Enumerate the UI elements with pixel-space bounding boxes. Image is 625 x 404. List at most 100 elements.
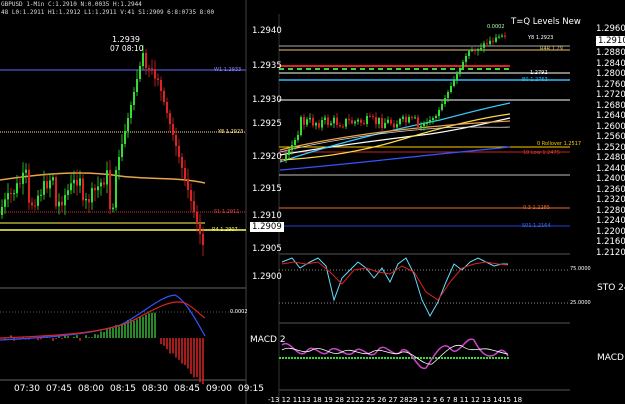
candle-body — [459, 68, 461, 74]
candle-body — [25, 169, 27, 173]
candle-body — [321, 120, 323, 128]
right-level-label: 10 Low 1.2475 — [523, 150, 560, 156]
candle-body — [489, 40, 491, 45]
candle-body — [52, 177, 54, 181]
price-tick-label: 1.2440 — [596, 163, 625, 174]
candle-body — [426, 122, 428, 124]
left-candles — [1, 45, 204, 256]
candle-body — [178, 146, 180, 157]
candle-body — [118, 157, 120, 170]
candle-body — [462, 62, 464, 68]
macd-bar — [133, 320, 135, 338]
candle-body — [351, 120, 353, 124]
candle-body — [40, 194, 42, 196]
macd-bar — [154, 312, 156, 338]
candle-body — [360, 119, 362, 123]
macd-bar — [121, 324, 123, 338]
candle-body — [336, 117, 338, 126]
candle-body — [124, 131, 126, 144]
macd-bar — [160, 338, 162, 344]
macd-bar — [103, 331, 105, 338]
macd-bar — [112, 328, 114, 338]
candle-body — [46, 181, 48, 189]
candle-body — [136, 79, 138, 92]
macd-bar — [52, 338, 54, 341]
price-tick-label: 1.2760 — [596, 79, 625, 90]
candle-body — [366, 116, 368, 124]
candle-body — [480, 47, 482, 50]
macd-bar — [79, 338, 81, 341]
price-tick-label: 1.2680 — [596, 100, 625, 111]
candle-body — [139, 66, 141, 79]
candle-body — [465, 56, 467, 62]
candle-body — [348, 118, 350, 121]
candle-body — [34, 205, 36, 207]
candle-body — [324, 117, 326, 121]
candle-body — [291, 145, 293, 150]
candle-body — [453, 80, 455, 86]
candle-body — [85, 199, 87, 201]
candle-body — [330, 123, 332, 125]
candle-body — [196, 212, 198, 223]
candle-body — [43, 181, 45, 195]
candle-body — [477, 49, 479, 51]
price-tick-label: 1.2960 — [596, 24, 625, 34]
candle-body — [417, 117, 419, 128]
macd-bar — [64, 336, 66, 338]
candle-body — [429, 120, 431, 122]
price-tick-label: 1.2200 — [596, 226, 625, 237]
left-macd-label: MACD 2 — [250, 335, 286, 345]
candle-body — [357, 119, 359, 122]
price-tick-label: 1.2240 — [596, 216, 625, 226]
candle-body — [133, 92, 135, 105]
candle-body — [49, 180, 51, 189]
macd-bar — [139, 316, 141, 338]
candle-body — [405, 116, 407, 123]
candle-body — [387, 119, 389, 123]
candle-body — [495, 37, 497, 42]
candle-body — [16, 183, 18, 194]
candle-body — [411, 117, 413, 119]
candle-body — [402, 116, 404, 119]
candle-body — [190, 190, 192, 201]
header-ohlc: 48 L0:1.2911 H1:1.2912 L1:1.2911 V:41 S1… — [1, 9, 215, 16]
macd-bar — [190, 338, 192, 374]
candle-body — [456, 74, 458, 80]
macd-bar — [100, 331, 102, 338]
macd-bar — [181, 338, 183, 364]
macd-bar — [124, 323, 126, 338]
right-chart-title: T=Q Levels New — [511, 17, 581, 27]
candle-body — [193, 201, 195, 212]
candle-body — [202, 234, 204, 245]
right-date-axis: -13 12 1113 18 19 28 2122 25 26 27 2829 … — [268, 396, 523, 404]
candle-body — [121, 144, 123, 157]
sto-indicator-label: STO 24 — [597, 283, 625, 293]
candle-body — [109, 170, 111, 210]
time-tick-label: 07:45 — [46, 384, 72, 394]
candle-body — [444, 98, 446, 104]
candle-body — [97, 186, 99, 191]
candle-body — [315, 123, 317, 126]
candle-body — [483, 43, 485, 48]
candle-body — [130, 105, 132, 118]
time-tick-label: 08:30 — [142, 384, 168, 394]
right-level-label: S01 1.2164 — [522, 223, 551, 229]
price-tick-label: 1.2840 — [596, 58, 625, 69]
price-tick-label: 1.2320 — [596, 195, 625, 205]
candle-body — [486, 43, 488, 45]
candle-body — [363, 122, 365, 124]
candle-body — [282, 160, 284, 161]
macd-bar — [55, 338, 57, 339]
candle-body — [70, 183, 72, 191]
sto-level-label: 75.0000 — [570, 266, 591, 272]
candle-body — [504, 35, 506, 37]
macd-bar — [130, 320, 132, 338]
candle-body — [333, 117, 335, 124]
candle-body — [58, 201, 60, 207]
candle-body — [435, 116, 437, 118]
time-tick-label: 08:15 — [110, 384, 136, 394]
price-tick-label: 1.2930 — [252, 95, 282, 105]
macd-bar — [151, 312, 153, 338]
candle-body — [492, 40, 494, 42]
candle-body — [28, 169, 30, 203]
